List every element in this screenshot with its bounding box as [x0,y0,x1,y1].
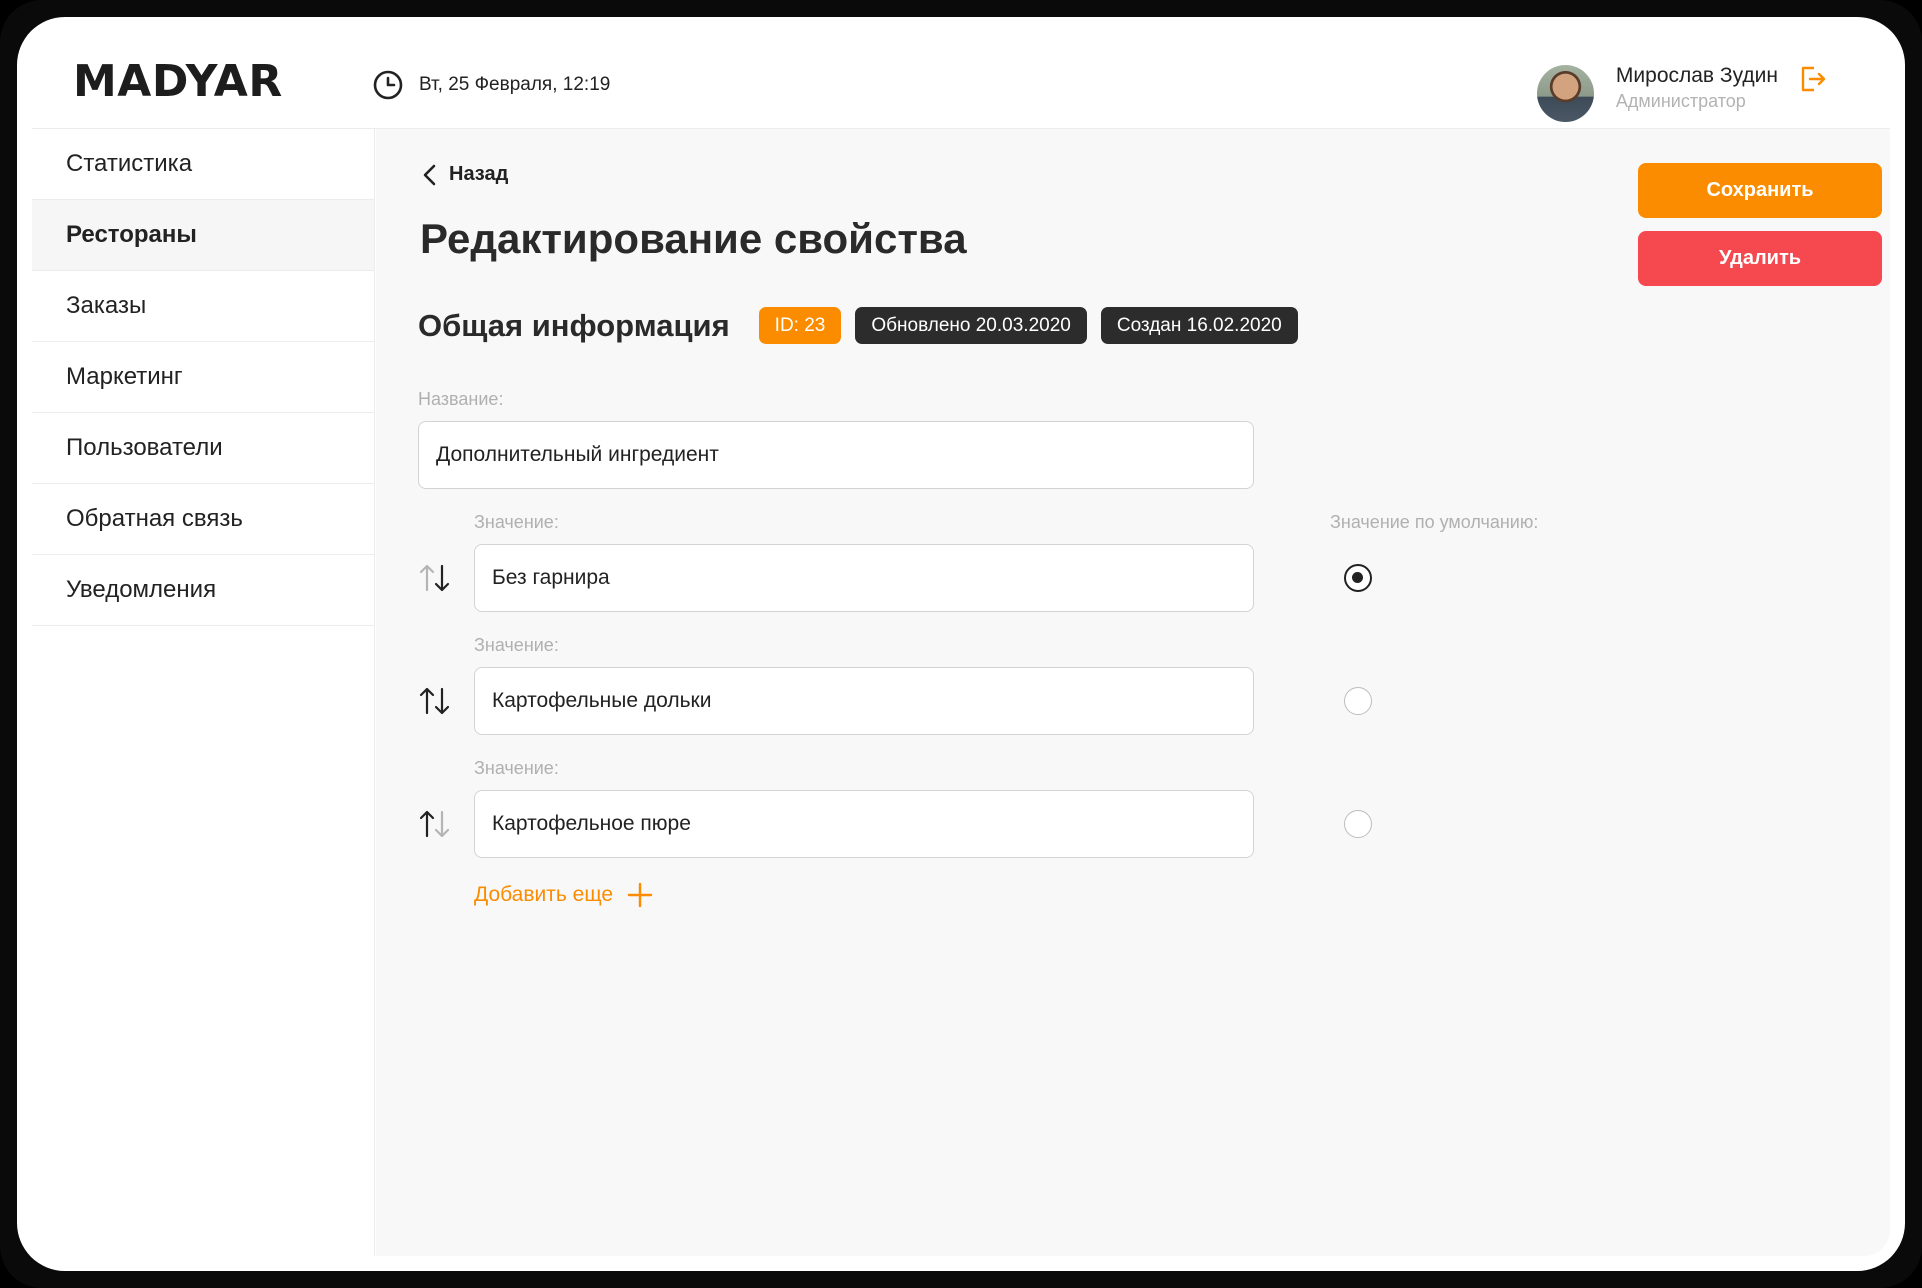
sidebar-item-marketing[interactable]: Маркетинг [32,342,374,413]
sort-icon[interactable] [418,684,452,718]
default-radio-3[interactable] [1344,810,1372,838]
chevron-left-icon [423,164,436,185]
sidebar-item-feedback[interactable]: Обратная связь [32,484,374,555]
updated-badge: Обновлено 20.03.2020 [855,307,1087,344]
sidebar: Статистика Рестораны Заказы Маркетинг По… [32,129,375,1256]
sort-icon[interactable] [418,807,452,841]
user-name: Мирослав Зудин [1615,64,1778,87]
default-radio-2[interactable] [1344,687,1372,715]
clock-icon [373,70,403,100]
sidebar-item-notifications[interactable]: Уведомления [32,555,374,626]
default-value-label: Значение по умолчанию: [1330,512,1539,532]
sidebar-item-statistics[interactable]: Статистика [32,129,374,200]
avatar[interactable] [1536,65,1594,122]
sidebar-item-users[interactable]: Пользователи [32,413,374,484]
add-more-button[interactable]: Добавить еще [474,882,653,908]
plus-icon [627,882,653,908]
name-label: Название: [418,389,504,409]
logout-icon[interactable] [1798,64,1828,94]
logo[interactable]: MADYAR [73,56,283,107]
main-content: Назад Редактирование свойства Сохранить … [376,129,1890,1256]
section-title: Общая информация [418,307,730,343]
page-title: Редактирование свойства [420,215,967,262]
sort-icon[interactable] [418,561,452,595]
default-radio-1[interactable] [1344,564,1372,592]
add-more-label: Добавить еще [474,883,614,906]
value-input-3[interactable]: Картофельное пюре [474,790,1254,858]
datetime: Вт, 25 Февраля, 12:19 [372,69,610,101]
name-input[interactable]: Дополнительный ингредиент [418,421,1254,489]
value-label-1: Значение: [474,512,559,532]
datetime-text: Вт, 25 Февраля, 12:19 [419,74,611,95]
sidebar-item-orders[interactable]: Заказы [32,271,374,342]
value-input-1[interactable]: Без гарнира [474,544,1254,612]
value-input-2[interactable]: Картофельные дольки [474,667,1254,735]
back-link[interactable]: Назад [421,163,508,186]
top-header: MADYAR Вт, 25 Февраля, 12:19 Мирослав Зу… [32,32,1890,129]
user-role: Администратор [1615,91,1746,111]
value-label-3: Значение: [474,758,559,778]
value-label-2: Значение: [474,635,559,655]
user-profile: Мирослав Зудин Администратор [1536,64,1828,122]
save-button[interactable]: Сохранить [1638,163,1882,218]
section-header: Общая информация ID: 23 Обновлено 20.03.… [418,307,1312,344]
id-badge: ID: 23 [758,307,842,344]
created-badge: Создан 16.02.2020 [1100,307,1298,344]
delete-button[interactable]: Удалить [1638,231,1882,286]
back-label: Назад [449,163,509,185]
device-frame: MADYAR Вт, 25 Февраля, 12:19 Мирослав Зу… [0,0,1922,1288]
app-window: MADYAR Вт, 25 Февраля, 12:19 Мирослав Зу… [32,32,1890,1256]
sidebar-item-restaurants[interactable]: Рестораны [32,200,374,271]
user-info: Мирослав Зудин Администратор [1616,64,1778,114]
screen: MADYAR Вт, 25 Февраля, 12:19 Мирослав Зу… [17,17,1905,1271]
